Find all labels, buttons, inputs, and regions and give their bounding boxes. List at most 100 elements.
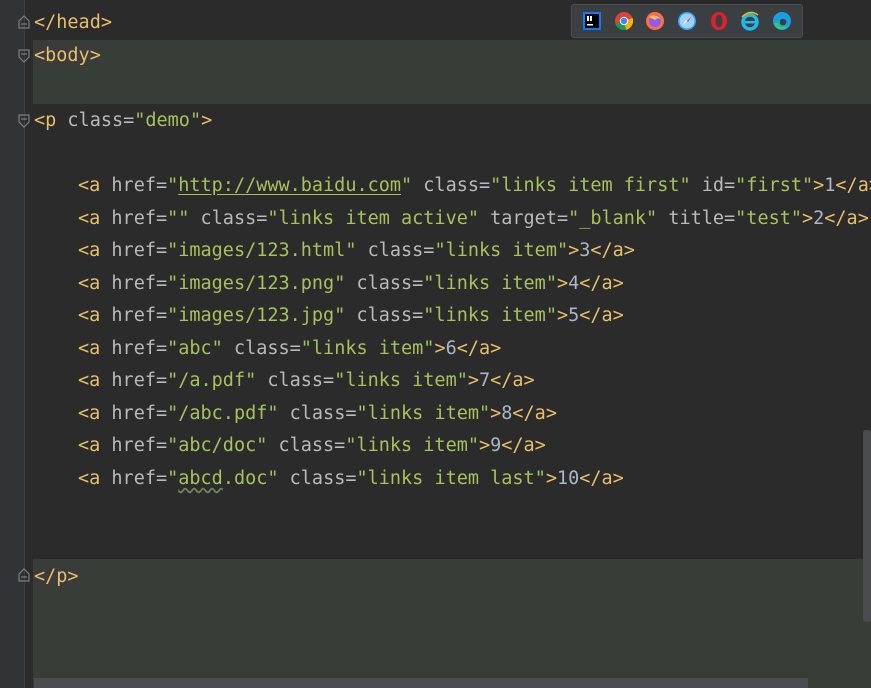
attribute-value: "links item": [345, 435, 479, 456]
anchor-open-bracket: >: [545, 468, 557, 489]
anchor-close-tag: </a>: [456, 338, 502, 359]
href-attr: href=: [100, 175, 168, 196]
anchor-open-bracket: >: [568, 240, 580, 261]
code-line-body-open[interactable]: <body>: [34, 40, 101, 72]
vertical-scrollbar[interactable]: [863, 430, 871, 622]
anchor-close-tag: </a>: [835, 175, 871, 196]
href-value: abcd.doc: [178, 468, 268, 489]
attribute-name: target=: [478, 208, 569, 229]
code-line-head-close[interactable]: </head>: [34, 7, 112, 39]
code-line-anchor[interactable]: <a href="abc/doc" class="links item">9</…: [78, 430, 546, 462]
href-quote: ": [167, 468, 179, 489]
code-line-anchor[interactable]: <a href="images/123.jpg" class="links it…: [78, 300, 624, 332]
code-line-anchor[interactable]: <a href="" class="links item active" tar…: [78, 203, 869, 235]
attribute-name: id=: [690, 175, 736, 196]
anchor-open-tag: <a: [78, 435, 101, 456]
opera-icon[interactable]: [709, 11, 729, 31]
fold-marker-icon[interactable]: [16, 14, 32, 30]
safari-icon[interactable]: [677, 11, 697, 31]
attribute-value: "links item": [334, 370, 468, 391]
code-line-anchor[interactable]: <a href="abcd.doc" class="links item las…: [78, 463, 624, 495]
href-quote: ": [167, 273, 179, 294]
href-quote: ": [167, 175, 179, 196]
href-quote: ": [167, 240, 179, 261]
code-line-p-close[interactable]: </p>: [34, 561, 79, 593]
code-line-p-open[interactable]: <p class="demo">: [34, 105, 212, 137]
attribute-name: class=: [356, 240, 435, 261]
href-value: abc: [178, 338, 212, 359]
anchor-close-tag: </a>: [501, 435, 546, 456]
anchor-text: 8: [501, 403, 513, 424]
fold-marker-icon[interactable]: [16, 567, 32, 583]
attribute-value: "links item": [423, 305, 557, 326]
href-quote: ": [256, 435, 268, 456]
href-attr: href=: [100, 208, 168, 229]
anchor-open-tag: <a: [78, 240, 101, 261]
attribute-value: "links item": [300, 338, 435, 359]
anchor-text: 7: [478, 370, 491, 391]
anchor-text: 4: [568, 273, 580, 294]
head-close-tag: </head>: [34, 12, 112, 33]
attribute-value: "_blank": [568, 208, 658, 229]
href-quote: ": [167, 208, 179, 229]
anchor-close-tag: </a>: [579, 468, 624, 489]
anchor-open-bracket: >: [490, 403, 502, 424]
anchor-open-tag: <a: [78, 175, 101, 196]
browser-preview-toolbar: [571, 4, 803, 38]
code-line-anchor[interactable]: <a href="images/123.html" class="links i…: [78, 235, 635, 267]
code-line-anchor[interactable]: <a href="abc" class="links item">6</a>: [78, 333, 501, 365]
href-attr: href=: [100, 240, 168, 261]
href-attr: href=: [100, 273, 168, 294]
p-class-attr: class=: [56, 110, 135, 131]
body-open-tag: <body>: [34, 45, 101, 66]
attribute-name: title=: [657, 208, 736, 229]
edge-icon[interactable]: [772, 11, 792, 31]
chrome-icon[interactable]: [614, 11, 634, 31]
horizontal-scrollbar[interactable]: [34, 678, 808, 688]
intellij-icon[interactable]: [582, 11, 602, 31]
href-attr: href=: [100, 403, 168, 424]
attribute-value: "links item first": [490, 175, 691, 196]
href-value: images/123.jpg: [178, 305, 335, 326]
anchor-open-tag: <a: [78, 273, 101, 294]
attribute-value: "links item": [356, 403, 491, 424]
anchor-open-bracket: >: [434, 338, 446, 359]
href-attr: href=: [100, 305, 168, 326]
anchor-open-bracket: >: [813, 175, 825, 196]
attribute-name: class=: [256, 370, 335, 391]
ie-icon[interactable]: [740, 11, 760, 31]
body-tag-highlight: [33, 40, 871, 104]
href-attr: href=: [100, 468, 168, 489]
attribute-name: class=: [278, 468, 357, 489]
code-line-anchor[interactable]: <a href="/abc.pdf" class="links item">8<…: [78, 398, 557, 430]
href-quote: ": [167, 435, 179, 456]
anchor-open-tag: <a: [78, 208, 101, 229]
gutter-divider: [24, 0, 25, 688]
editor-gutter: [0, 0, 24, 688]
attribute-value: "links item": [434, 240, 569, 261]
anchor-text: 10: [556, 468, 580, 489]
anchor-text: 5: [568, 305, 580, 326]
anchor-text: 1: [824, 175, 836, 196]
anchor-text: 6: [445, 338, 457, 359]
code-line-anchor[interactable]: <a href="/a.pdf" class="links item">7</a…: [78, 365, 535, 397]
anchor-close-tag: </a>: [824, 208, 869, 229]
firefox-icon[interactable]: [645, 11, 665, 31]
fold-marker-icon[interactable]: [16, 113, 32, 129]
p-class-value: "demo": [134, 110, 202, 131]
anchor-close-tag: </a>: [512, 403, 557, 424]
anchor-open-bracket: >: [802, 208, 814, 229]
anchor-open-tag: <a: [78, 338, 101, 359]
fold-marker-icon[interactable]: [16, 48, 32, 64]
attribute-value: "links item active": [267, 208, 479, 229]
code-line-anchor[interactable]: <a href="http://www.baidu.com" class="li…: [78, 170, 871, 202]
p-tag-bracket: >: [201, 110, 213, 131]
code-line-anchor[interactable]: <a href="images/123.png" class="links it…: [78, 268, 624, 300]
anchor-text: 9: [490, 435, 502, 456]
href-quote: ": [267, 468, 279, 489]
href-value: images/123.png: [178, 273, 335, 294]
anchor-close-tag: </a>: [490, 370, 535, 391]
anchor-open-bracket: >: [556, 273, 569, 294]
href-value: http://www.baidu.com: [178, 175, 402, 196]
attribute-name: class=: [345, 305, 424, 326]
